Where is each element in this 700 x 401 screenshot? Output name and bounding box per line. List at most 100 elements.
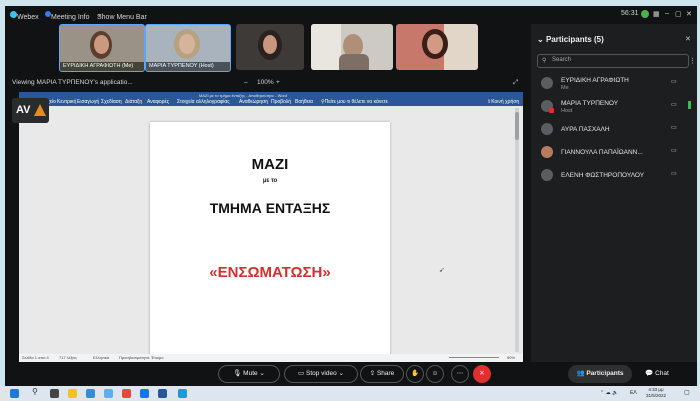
tab-view[interactable]: Προβολή	[271, 99, 291, 105]
participants-button[interactable]: 👥 Participants	[568, 365, 632, 383]
participant-item[interactable]: ΕΥΡΙΔΙΚΗ ΑΓΡΑΦΙΩΤΗ Me ▭	[531, 74, 697, 94]
edge-icon[interactable]	[86, 389, 95, 398]
participant-item[interactable]: ΜΑΡΙΑ ΤΥΡΠΕΝΟΥ Host ▭	[531, 97, 697, 117]
participant-role: Me	[561, 85, 569, 91]
share-button[interactable]: ⇪ Κοινή χρήση	[487, 99, 519, 105]
chrome-icon[interactable]	[122, 389, 131, 398]
video-icon: ▭	[671, 125, 677, 131]
word-zoom: 90%	[507, 355, 516, 360]
document-page[interactable]: ΜΑΖΙ με το ΤΜΗΜΑ ΕΝΤΑΞΗΣ «ΕΝΣΩΜΑΤΩΣΗ»	[150, 122, 390, 358]
participant-search-input[interactable]: ⚲ Search	[537, 54, 689, 68]
zoom-out-button[interactable]: –	[244, 79, 248, 86]
chat-icon: 💬	[645, 370, 654, 377]
top-bar: Webex Meeting Info Show Menu Bar ⌄ 56:31…	[5, 6, 697, 23]
avatar	[541, 146, 553, 158]
scrollbar-thumb[interactable]	[515, 112, 519, 140]
language-indicator[interactable]: ΕΛ	[630, 390, 637, 396]
page-count: Σελίδα 1 από 4	[22, 355, 49, 360]
doc-subheading: με το	[262, 178, 278, 184]
more-button[interactable]: ⋯	[451, 365, 469, 383]
video-tile-3[interactable]	[236, 24, 304, 70]
avatar	[541, 77, 553, 89]
maximize-icon[interactable]: ▢	[675, 10, 682, 18]
tab-help[interactable]: Βοήθεια	[295, 99, 313, 105]
show-menu-bar-button[interactable]: Show Menu Bar ⌄	[97, 10, 147, 21]
windows-start-icon[interactable]	[10, 389, 19, 398]
person-face	[179, 34, 195, 54]
more-options-icon[interactable]: ⋮	[689, 57, 696, 65]
person-face	[263, 35, 277, 54]
participant-item[interactable]: ΑΥΡΑ ΠΑΣΧΑΛΗ ▭	[531, 120, 697, 140]
video-tile-name: ΕΥΡΙΔΙΚΗ ΑΓΡΑΦΙΩΤΗ (Me)	[60, 62, 144, 71]
close-icon: ✕	[479, 370, 485, 377]
tell-me-box[interactable]: ⚲ Πείτε μου τι θέλετε να κάνετε	[321, 99, 388, 105]
tab-design[interactable]: Σχεδίαση	[101, 99, 122, 105]
more-icon: ⋯	[456, 370, 464, 377]
share-info-bar: Viewing ΜΑΡΙΑ ΤΥΡΠΕΝΟΥ's applicatio... –…	[5, 76, 525, 90]
word-icon[interactable]	[158, 389, 167, 398]
file-explorer-icon[interactable]	[68, 389, 77, 398]
tray-icons[interactable]: ⌃ ☁ 🔈	[600, 390, 618, 396]
tab-review[interactable]: Αναθεώρηση	[239, 99, 268, 105]
zoom-level: 100%	[257, 79, 274, 86]
mute-button[interactable]: 🎙 Mute ⌄	[218, 365, 280, 383]
person-face	[94, 35, 109, 54]
zoom-in-button[interactable]: +	[276, 79, 280, 86]
participant-item[interactable]: ΓΙΑΝΝΟΥΛΑ ΠΑΠΑΪΩΑΝΝ... ▭	[531, 143, 697, 163]
video-icon: ▭	[671, 79, 677, 85]
vertical-scrollbar[interactable]	[515, 108, 519, 352]
video-tile-4[interactable]	[311, 24, 393, 70]
stop-video-button[interactable]: ▭ Stop video ⌄	[284, 365, 358, 383]
logo-triangle-icon	[34, 104, 46, 116]
word-status-bar: Σελίδα 1 από 4 717 λέξεις Ελληνικά Προσβ…	[19, 354, 523, 362]
video-tile-me[interactable]: ΕΥΡΙΔΙΚΗ ΑΓΡΑΦΙΩΤΗ (Me)	[59, 24, 145, 72]
tab-insert[interactable]: Εισαγωγή	[77, 99, 99, 105]
word-count: 717 λέξεις	[59, 355, 77, 360]
hand-icon: ✋	[410, 370, 420, 377]
avatar	[541, 169, 553, 181]
video-tile-host[interactable]: ΜΑΡΙΑ ΤΥΡΠΕΝΟΥ (Host)	[145, 24, 231, 72]
tab-mailings[interactable]: Στοιχεία αλληλογραφίας	[177, 99, 230, 105]
doc-heading-1: ΜΑΖΙ	[251, 156, 289, 173]
viewing-label: Viewing ΜΑΡΙΑ ΤΥΡΠΕΝΟΥ's applicatio...	[12, 79, 133, 86]
participant-role: Host	[561, 108, 573, 114]
participant-item[interactable]: ΕΛΕΝΗ ΦΩΣΤΗΡΟΠΟΥΛΟΥ ▭	[531, 166, 697, 186]
participant-name: ΜΑΡΙΑ ΤΥΡΠΕΝΟΥ	[561, 100, 619, 107]
zoom-slider[interactable]	[449, 357, 499, 358]
participants-panel: ⌄ Participants (5) ✕ ⚲ Search ⋮ ΕΥΡΙΔΙΚΗ…	[531, 24, 697, 362]
video-tile-5[interactable]	[396, 24, 478, 70]
windows-taskbar: ⚲ ⌃ ☁ 🔈 ΕΛ 4:33 μμ 31/5/2022 ▢	[0, 386, 700, 401]
tab-references[interactable]: Αναφορές	[147, 99, 169, 105]
store-icon[interactable]	[104, 389, 113, 398]
outlook-icon[interactable]	[140, 389, 149, 398]
word-title: ΜΑΖΙ με το τμήμα ένταξης - Αποθηκεύτηκε …	[199, 93, 288, 98]
panel-close-icon[interactable]: ✕	[685, 35, 691, 43]
meeting-controls: 🎙 Mute ⌄ ▭ Stop video ⌄ ⇪ Share ✋ ☺ ⋯ ✕ …	[5, 362, 697, 386]
connection-icon	[641, 10, 649, 18]
minimize-icon[interactable]: –	[665, 10, 669, 17]
reactions-button[interactable]: ☺	[426, 365, 444, 383]
tab-home[interactable]: Κεντρική	[57, 99, 76, 105]
camera-icon: ▭	[298, 370, 305, 377]
notifications-icon[interactable]: ▢	[684, 389, 690, 396]
channel-logo: AV	[12, 98, 49, 123]
video-tile-name: ΜΑΡΙΑ ΤΥΡΠΕΝΟΥ (Host)	[146, 62, 230, 71]
close-icon[interactable]: ✕	[686, 10, 692, 18]
chevron-down-icon[interactable]: ⌄	[537, 35, 544, 44]
share-content-button[interactable]: ⇪ Share	[360, 365, 404, 383]
share-icon: ⇪	[369, 370, 376, 377]
tab-layout[interactable]: Διάταξη	[125, 99, 142, 105]
search-icon: ⚲	[542, 58, 547, 64]
word-ribbon: ΜΑΖΙ με το τμήμα ένταξης - Αποθηκεύτηκε …	[19, 92, 523, 106]
clock[interactable]: 4:33 μμ 31/5/2022	[646, 387, 666, 399]
meeting-info-button[interactable]: Meeting Info	[45, 10, 90, 21]
chat-button[interactable]: 💬 Chat	[638, 365, 676, 383]
search-icon[interactable]: ⚲	[32, 387, 41, 396]
layout-icon[interactable]: ▦	[653, 10, 660, 18]
microphone-icon: 🎙	[233, 370, 242, 377]
webex-taskbar-icon[interactable]	[178, 389, 187, 398]
leave-meeting-button[interactable]: ✕	[473, 365, 491, 383]
popout-icon[interactable]: ⤢	[513, 79, 518, 87]
task-view-icon[interactable]	[50, 389, 59, 398]
raise-hand-button[interactable]: ✋	[406, 365, 424, 383]
